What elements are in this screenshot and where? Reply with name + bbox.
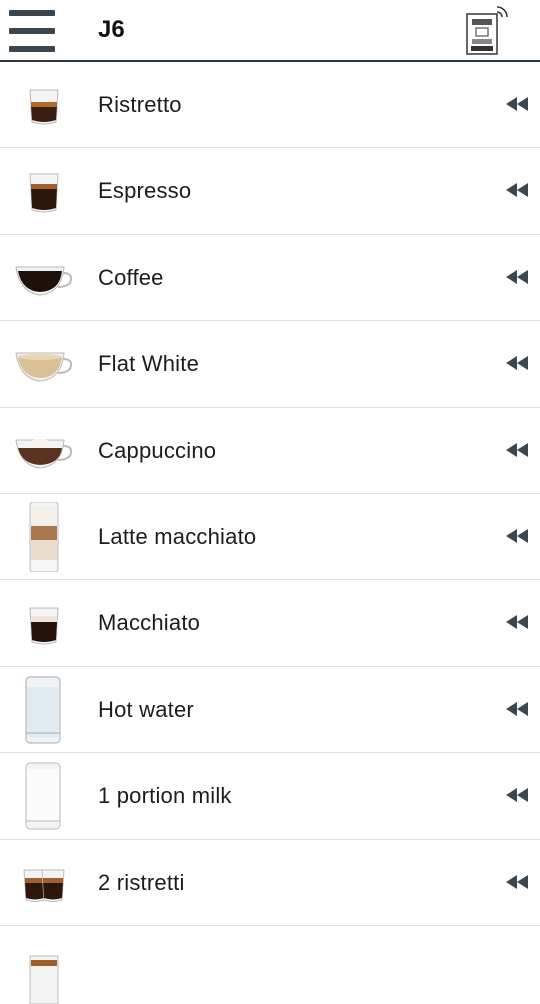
rewind-icon[interactable] <box>506 788 528 803</box>
product-label: Latte macchiato <box>98 523 257 549</box>
list-item[interactable]: 1 portion milk <box>0 753 540 840</box>
product-label: Ristretto <box>98 92 182 117</box>
product-list: Ristretto Espresso Coffee Flat White Cap… <box>0 62 540 1004</box>
list-item[interactable]: Coffee <box>0 234 540 322</box>
page-title: J6 <box>98 16 125 43</box>
rewind-icon[interactable] <box>506 356 528 371</box>
product-label: 1 portion milk <box>98 783 232 809</box>
list-item[interactable]: Latte macchiato <box>0 493 540 581</box>
list-item[interactable]: 2 ristretti <box>0 839 540 926</box>
latte-macchiato-glass-icon <box>29 501 59 572</box>
hamburger-menu-icon[interactable] <box>9 10 55 52</box>
flat-white-cup-icon <box>15 352 73 382</box>
two-ristretti-glasses-icon <box>23 869 65 902</box>
coffee-machine-wifi-icon[interactable] <box>463 6 509 56</box>
ristretto-glass-icon <box>29 89 59 125</box>
macchiato-glass-icon <box>29 607 59 645</box>
partial-product-icon <box>29 955 59 1004</box>
rewind-icon[interactable] <box>506 442 528 457</box>
rewind-icon[interactable] <box>506 528 528 543</box>
list-item[interactable]: Cappuccino <box>0 407 540 494</box>
list-item[interactable]: Espresso <box>0 148 540 235</box>
list-item[interactable]: Macchiato <box>0 580 540 667</box>
product-label: Hot water <box>98 696 194 722</box>
coffee-cup-icon <box>15 266 73 296</box>
list-item[interactable]: Hot water <box>0 666 540 754</box>
cappuccino-cup-icon <box>15 438 73 469</box>
rewind-icon[interactable] <box>506 615 528 630</box>
espresso-glass-icon <box>29 173 59 213</box>
product-label: Flat White <box>98 351 200 377</box>
rewind-icon[interactable] <box>506 874 528 889</box>
rewind-icon[interactable] <box>506 97 528 111</box>
app-header: J6 <box>0 0 540 62</box>
hot-water-glass-icon <box>25 676 61 744</box>
product-label: Espresso <box>98 178 192 204</box>
product-label: Cappuccino <box>98 437 217 463</box>
rewind-icon[interactable] <box>506 269 528 284</box>
rewind-icon[interactable] <box>506 183 528 198</box>
product-label: Coffee <box>98 264 164 290</box>
list-item[interactable]: Flat White <box>0 321 540 408</box>
product-label: 2 ristretti <box>98 869 185 895</box>
milk-glass-icon <box>25 762 61 830</box>
list-item[interactable]: Ristretto <box>0 62 540 149</box>
rewind-icon[interactable] <box>506 701 528 716</box>
product-label: Macchiato <box>98 610 201 636</box>
